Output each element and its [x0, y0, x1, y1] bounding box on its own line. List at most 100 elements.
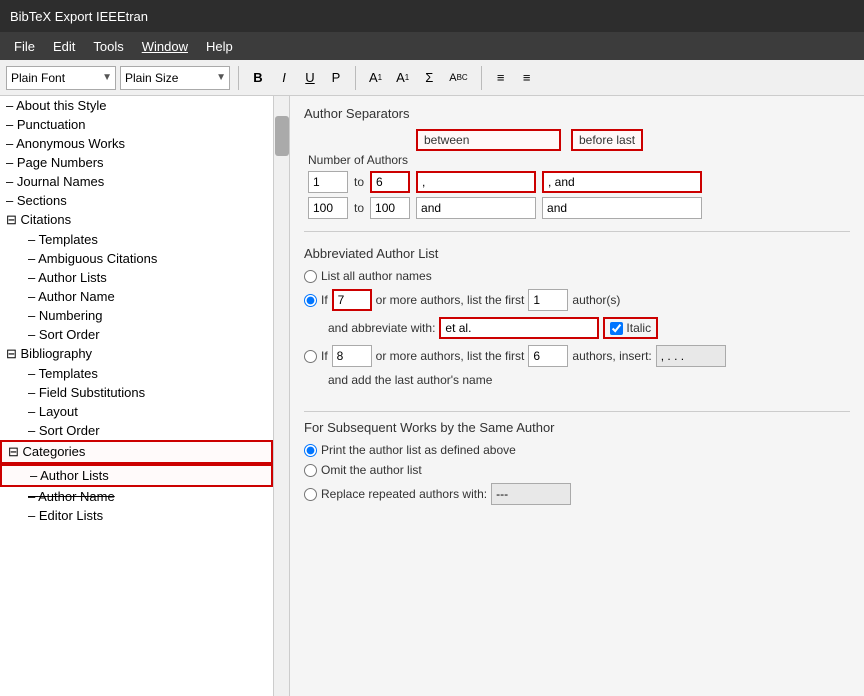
row2-beforelast-input[interactable] [542, 197, 702, 219]
italic-label: Italic [626, 321, 651, 335]
sidebar-item-authorname-cat[interactable]: – Author Name [0, 487, 273, 506]
menu-edit[interactable]: Edit [45, 36, 83, 57]
row2-from-input[interactable] [308, 197, 348, 219]
subsequent-works-section: For Subsequent Works by the Same Author … [304, 420, 850, 505]
sidebar-item-pagenumbers[interactable]: – Page Numbers [0, 153, 273, 172]
sidebar-item-authorlists-cat[interactable]: – Author Lists [0, 464, 273, 487]
subsequent-works-title: For Subsequent Works by the Same Author [304, 420, 850, 435]
sidebar-item-anonymous[interactable]: – Anonymous Works [0, 134, 273, 153]
radio-list-all-row: List all author names [304, 269, 850, 283]
radio-if-7-value1[interactable] [332, 289, 372, 311]
main-layout: – About this Style – Punctuation – Anony… [0, 96, 864, 696]
sidebar-item-categories[interactable]: ⊟ Categories [0, 440, 273, 464]
radio-if-7[interactable] [304, 294, 317, 307]
menu-file[interactable]: File [6, 36, 43, 57]
num-authors-label: Number of Authors [308, 153, 416, 167]
subsequent-radio2[interactable] [304, 464, 317, 477]
italic-button[interactable]: I [273, 65, 295, 91]
sidebar-scrollbar[interactable] [273, 96, 289, 696]
radio-if-8-suffix: authors, insert: [572, 349, 651, 363]
radio-if-8-label: If [321, 349, 328, 363]
abbreviate-with-input[interactable] [439, 317, 599, 339]
radio-if-8-middle: or more authors, list the first [376, 349, 525, 363]
radio-list-all[interactable] [304, 270, 317, 283]
sidebar-item-ambiguous[interactable]: – Ambiguous Citations [0, 249, 273, 268]
menu-bar: File Edit Tools Window Help [0, 32, 864, 60]
subsequent-radio3-row: Replace repeated authors with: [304, 483, 850, 505]
align-right-button[interactable]: ≡ [516, 65, 538, 91]
menu-tools[interactable]: Tools [85, 36, 131, 57]
radio-if-8-insert[interactable] [656, 345, 726, 367]
row2-to-input[interactable] [370, 197, 410, 219]
toolbar: Plain Font ▼ Plain Size ▼ B I U P A1 A1 … [0, 60, 864, 96]
sidebar-item-citations[interactable]: ⊟ Citations [0, 210, 273, 230]
radio-if-7-suffix: author(s) [572, 293, 620, 307]
subsequent-radio3[interactable] [304, 488, 317, 501]
divider-2 [304, 411, 850, 412]
menu-window[interactable]: Window [134, 36, 196, 57]
toolbar-divider-2 [355, 66, 356, 90]
radio-if-8-value1[interactable] [332, 345, 372, 367]
author-separators-title: Author Separators [304, 106, 850, 121]
row2-between-input[interactable] [416, 197, 536, 219]
sidebar-item-editorlists[interactable]: – Editor Lists [0, 506, 273, 525]
italic-checkbox[interactable] [610, 322, 623, 335]
font-select-wrapper: Plain Font ▼ [6, 66, 116, 90]
sidebar-item-sortorder-bib[interactable]: – Sort Order [0, 421, 273, 440]
radio-if-8-value2[interactable] [528, 345, 568, 367]
author-separators-section: Author Separators between before last Nu… [304, 106, 850, 219]
sidebar-item-templates-bib[interactable]: – Templates [0, 364, 273, 383]
size-select-wrapper: Plain Size ▼ [120, 66, 230, 90]
radio-if-7-row: If or more authors, list the first autho… [304, 289, 850, 311]
subsequent-radio1-label: Print the author list as defined above [321, 443, 516, 457]
sidebar-item-authorlists-cit[interactable]: – Author Lists [0, 268, 273, 287]
sidebar-item-journalnames[interactable]: – Journal Names [0, 172, 273, 191]
bold-button[interactable]: B [247, 65, 269, 91]
row1-to-input[interactable] [370, 171, 410, 193]
underline-button[interactable]: U [299, 65, 321, 91]
sidebar-item-sections[interactable]: – Sections [0, 191, 273, 210]
sidebar-item-sortorder-cit[interactable]: – Sort Order [0, 325, 273, 344]
abbreviate-with-label: and abbreviate with: [328, 321, 435, 335]
col-header-between: between [416, 129, 561, 151]
radio-if-8[interactable] [304, 350, 317, 363]
sigma-button[interactable]: Σ [418, 65, 440, 91]
toolbar-divider-3 [481, 66, 482, 90]
subsequent-radio3-input[interactable] [491, 483, 571, 505]
sidebar-item-about[interactable]: – About this Style [0, 96, 273, 115]
font-select[interactable]: Plain Font [6, 66, 116, 90]
subsequent-radio1[interactable] [304, 444, 317, 457]
radio-if-8-row: If or more authors, list the first autho… [304, 345, 850, 367]
sidebar-item-punctuation[interactable]: – Punctuation [0, 115, 273, 134]
abc-button[interactable]: ABC [444, 65, 472, 91]
toolbar-divider-1 [238, 66, 239, 90]
content-panel: Author Separators between before last Nu… [290, 96, 864, 696]
row1-from-input[interactable] [308, 171, 348, 193]
sidebar-item-numbering[interactable]: – Numbering [0, 306, 273, 325]
superscript-button[interactable]: A1 [364, 65, 387, 91]
radio-list-all-label: List all author names [321, 269, 432, 283]
add-last-author-text: and add the last author's name [304, 373, 850, 387]
subsequent-radio2-label: Omit the author list [321, 463, 422, 477]
sidebar: – About this Style – Punctuation – Anony… [0, 96, 290, 696]
sidebar-scroll-thumb[interactable] [275, 116, 289, 156]
sidebar-item-fieldsubstitutions[interactable]: – Field Substitutions [0, 383, 273, 402]
abbreviate-with-row: and abbreviate with: Italic [304, 317, 850, 339]
row1-between-input[interactable] [416, 171, 536, 193]
size-select[interactable]: Plain Size [120, 66, 230, 90]
abbreviated-author-list-section: Abbreviated Author List List all author … [304, 240, 850, 399]
menu-help[interactable]: Help [198, 36, 241, 57]
sidebar-item-layout[interactable]: – Layout [0, 402, 273, 421]
subscript-button[interactable]: A1 [391, 65, 414, 91]
sidebar-item-bibliography[interactable]: ⊟ Bibliography [0, 344, 273, 364]
p-button[interactable]: P [325, 65, 347, 91]
radio-if-7-value2[interactable] [528, 289, 568, 311]
italic-checkbox-wrapper: Italic [603, 317, 658, 339]
title-text: BibTeX Export IEEEtran [10, 9, 148, 24]
align-left-button[interactable]: ≡ [490, 65, 512, 91]
sidebar-item-templates-cit[interactable]: – Templates [0, 230, 273, 249]
subsequent-radio2-row: Omit the author list [304, 463, 850, 477]
row1-beforelast-input[interactable] [542, 171, 702, 193]
radio-if-7-label: If [321, 293, 328, 307]
sidebar-item-authorname-cit[interactable]: – Author Name [0, 287, 273, 306]
